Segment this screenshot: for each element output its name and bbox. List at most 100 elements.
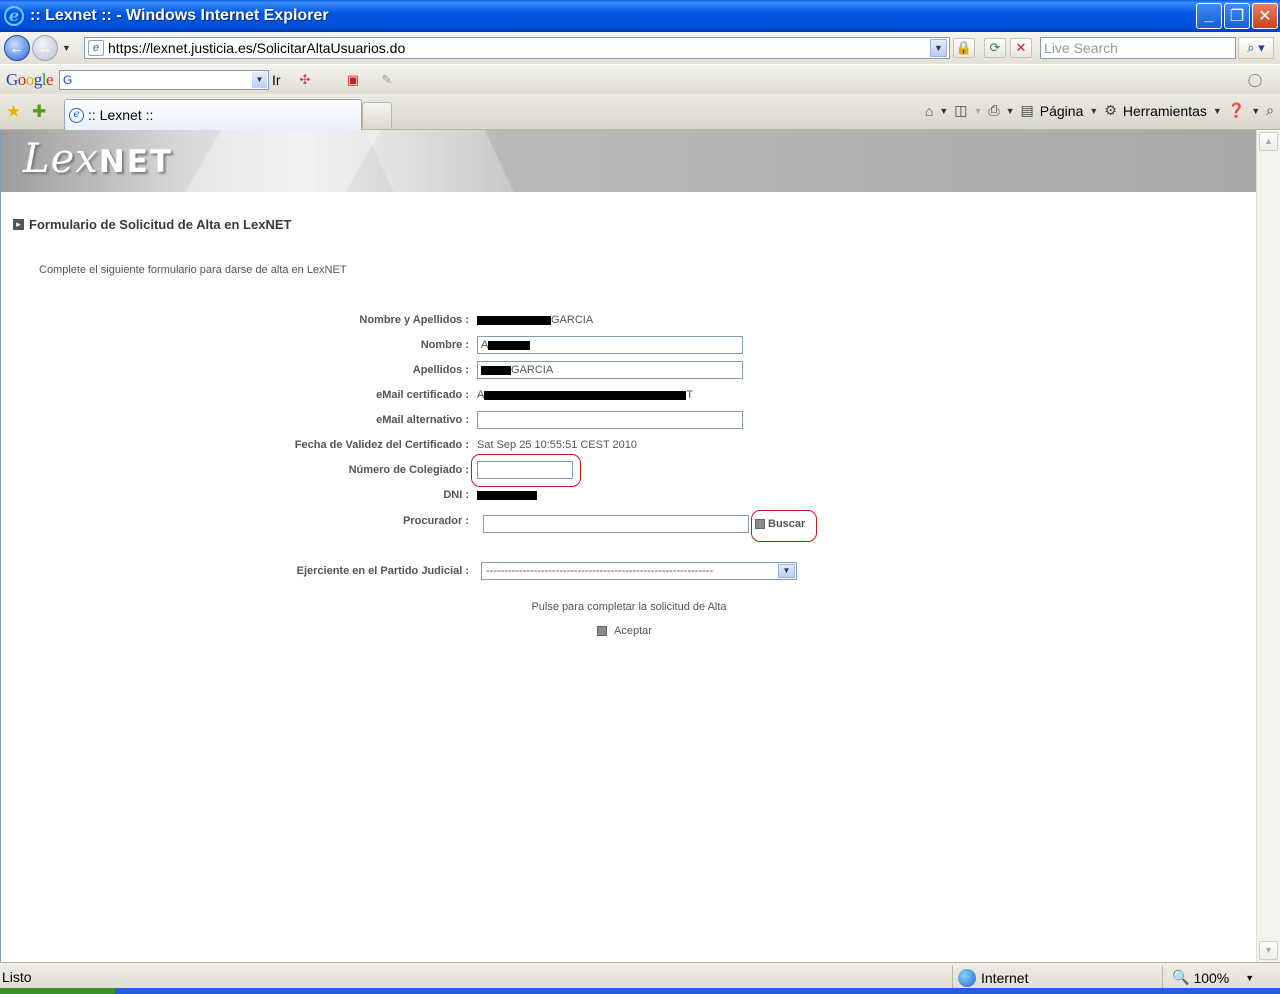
partido-judicial-select[interactable]: ----------------------------------------… [481,562,797,580]
google-search-dropdown-icon[interactable]: ▼ [252,72,267,88]
lexnet-banner: LexNET [1,130,1257,192]
label-partido-judicial: Ejerciente en el Partido Judicial : [296,565,469,577]
page-menu-button[interactable]: Página [1040,103,1084,119]
label-apellidos: Apellidos : [412,364,469,376]
value-fecha-validez: Sat Sep 25 10:55:51 CEST 2010 [477,439,638,451]
help-icon[interactable]: ❓ [1228,102,1245,119]
back-arrow-icon: ← [9,39,25,57]
back-button[interactable]: ← [4,35,30,61]
rss-feed-icon[interactable]: ◫ [954,102,967,119]
security-zone: Internet [958,969,1028,987]
home-dropdown-icon[interactable]: ▼ [939,106,948,116]
print-dropdown-icon[interactable]: ▼ [1006,106,1015,116]
redacted-block [488,340,531,350]
zoom-control[interactable]: 🔍 100% ▼ [1172,969,1254,986]
form-intro: Complete el siguiente formulario para da… [39,264,347,276]
page-icon: e [88,40,104,56]
google-search-input[interactable]: G ▼ [59,70,269,90]
tab-lexnet[interactable]: e :: Lexnet :: [64,99,362,130]
stop-button[interactable]: ✕ [1010,38,1032,58]
forward-button[interactable]: → [32,35,58,61]
close-icon: ✕ [1258,8,1272,25]
apellidos-input[interactable]: GARCIA [477,361,743,379]
search-icon: ⌕ ▾ [1247,40,1265,55]
scroll-down-icon[interactable]: ▼ [1259,941,1278,960]
window-titlebar: e :: Lexnet :: - Windows Internet Explor… [0,0,1280,32]
google-logo: Google [6,69,54,89]
page-menu-icon: ▤ [1020,102,1034,118]
search-button[interactable]: ⌕ ▾ [1238,37,1274,59]
zoom-dropdown-icon[interactable]: ▼ [1245,973,1254,983]
refresh-button[interactable]: ⟳ [984,38,1006,58]
puzzle-icon[interactable]: ✣ [296,71,314,89]
help-dropdown-icon[interactable]: ▼ [1251,106,1260,116]
label-email-alternativo: eMail alternativo : [376,414,469,426]
command-bar: ⌂ ▼ ◫ ▼ ⎙ ▼ ▤ Página ▼ ⚙ Herramientas ▼ ❓ ▼ ⌕ [925,102,1274,119]
add-favorite-icon[interactable]: ✚ [32,102,46,122]
page-dropdown-icon[interactable]: ▼ [1089,106,1098,116]
maximize-icon: ❐ [1229,8,1245,25]
taskbar-strip [0,988,1280,994]
redacted-block [481,365,511,375]
label-nombre: Nombre : [420,339,469,351]
label-email-certificado: eMail certificado : [376,389,469,401]
history-dropdown-icon[interactable]: ▼ [62,43,71,53]
label-nombre-apellidos: Nombre y Apellidos : [359,314,469,326]
value-dni [477,489,537,501]
status-text: Listo [2,969,32,985]
google-toolbar: Google G ▼ Ir ✣ ▣ ✎ ◯ [0,64,1280,94]
tools-dropdown-icon[interactable]: ▼ [1213,106,1222,116]
tools-menu-button[interactable]: Herramientas [1123,103,1207,119]
gear-icon: ⚙ [1104,102,1117,118]
lexnet-logo: LexNET [23,136,174,182]
maximize-button[interactable]: ❐ [1224,3,1250,29]
arrow-bullet-icon: ▸ [13,219,24,230]
forward-arrow-icon: → [37,39,53,57]
window-title: :: Lexnet :: - Windows Internet Explorer [30,7,329,24]
tab-label: :: Lexnet :: [88,107,154,123]
research-icon[interactable]: ⌕ [1266,102,1274,119]
address-field[interactable]: e https://lexnet.justicia.es/SolicitarAl… [84,37,950,59]
minimize-icon: _ [1204,7,1214,24]
nombre-input[interactable]: A [477,336,743,354]
tab-bar: ★ ✚ e :: Lexnet :: ⌂ ▼ ◫ ▼ ⎙ ▼ ▤ Página ▼ ⚙ He… [0,94,1280,130]
label-fecha-validez: Fecha de Validez del Certificado : [294,439,469,451]
feed-dropdown-icon[interactable]: ▼ [973,106,982,116]
magnifier-icon: 🔍 [1172,969,1190,985]
procurador-input[interactable] [483,515,749,533]
print-icon[interactable]: ⎙ [988,102,999,119]
settings-icon[interactable]: ◯ [1246,71,1264,89]
redacted-block [477,315,551,325]
url-text: https://lexnet.justicia.es/SolicitarAlta… [108,40,406,56]
label-numero-colegiado: Número de Colegiado : [348,464,469,476]
pen-icon[interactable]: ✎ [378,71,396,89]
submit-hint: Pulse para completar la solicitud de Alt… [531,601,727,613]
close-button[interactable]: ✕ [1252,3,1278,29]
red-highlight-buscar [751,510,817,542]
ie-icon: e [4,6,24,26]
home-icon[interactable]: ⌂ [925,103,933,119]
value-email-certificado: AT [477,389,694,401]
value-nombre-apellidos: GARCIA [477,314,593,326]
email-alternativo-input[interactable] [477,411,743,429]
checkbox-square-icon [597,626,607,636]
address-dropdown-icon[interactable]: ▼ [930,39,947,57]
live-search-input[interactable]: Live Search [1040,37,1236,59]
red-highlight-colegiado [471,454,581,487]
vertical-scrollbar[interactable]: ▲ ▼ [1256,130,1280,962]
form-title: ▸ Formulario de Solicitud de Alta en Lex… [13,217,291,232]
popup-blocker-icon[interactable]: ▣ [344,71,362,89]
redacted-block [477,490,537,500]
address-toolbar: ← → ▼ e https://lexnet.justicia.es/Solic… [0,32,1280,64]
chevron-down-icon[interactable]: ▼ [778,564,795,578]
aceptar-button[interactable]: Aceptar [597,625,652,637]
scroll-up-icon[interactable]: ▲ [1259,132,1278,151]
new-tab-button[interactable] [362,102,392,128]
google-go-button[interactable]: Ir [272,72,281,88]
redacted-block [484,390,687,400]
globe-icon [958,969,976,987]
minimize-button[interactable]: _ [1196,3,1222,29]
label-procurador: Procurador : [402,515,469,527]
favorites-star-icon[interactable]: ★ [6,102,21,122]
lock-icon[interactable]: 🔒 [953,38,975,58]
